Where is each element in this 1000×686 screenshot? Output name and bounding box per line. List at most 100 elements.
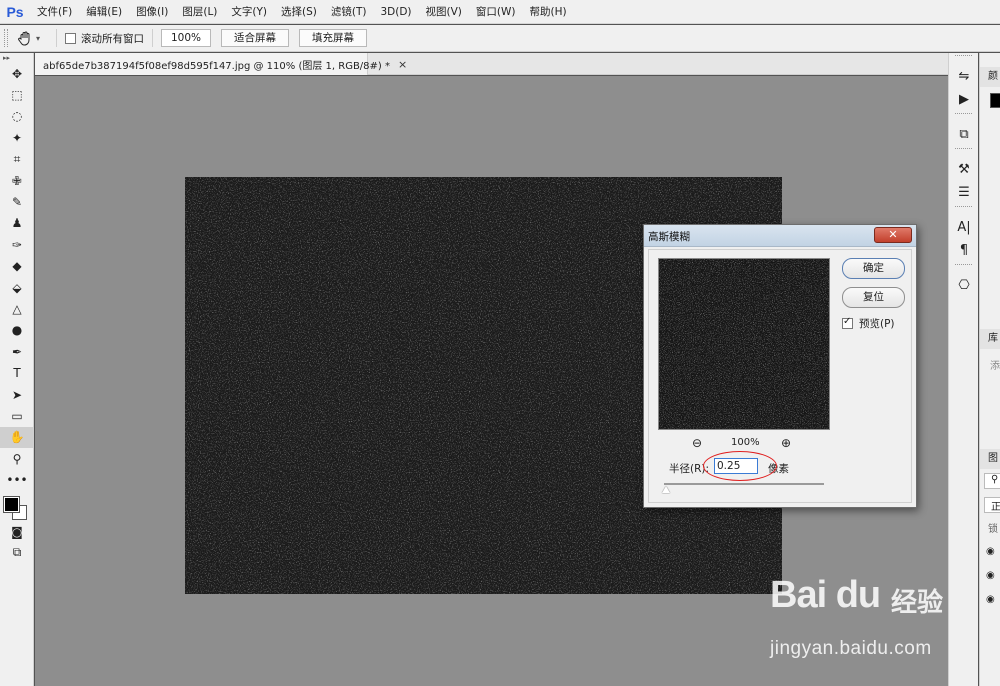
more-tools-icon[interactable]: ••• bbox=[0, 469, 34, 490]
menu-image[interactable]: 图像(I) bbox=[129, 0, 175, 24]
3d-icon[interactable]: ⎔ bbox=[949, 274, 979, 297]
color-swatches bbox=[0, 491, 34, 521]
zoom-tool-icon[interactable]: ⚲ bbox=[0, 448, 34, 469]
fit-screen-button[interactable]: 适合屏幕 bbox=[221, 29, 290, 47]
magic-wand-tool-icon[interactable]: ✦ bbox=[0, 127, 34, 148]
history-icon[interactable]: ⇋ bbox=[949, 65, 979, 88]
screen-mode-icon[interactable]: ⧉ bbox=[0, 542, 34, 563]
marquee-tool-icon[interactable]: ⬚ bbox=[0, 84, 34, 105]
menu-view[interactable]: 视图(V) bbox=[419, 0, 469, 24]
close-icon[interactable]: × bbox=[398, 58, 407, 71]
options-divider bbox=[152, 29, 154, 47]
type-tool-icon[interactable]: T bbox=[0, 362, 34, 383]
dodge-tool-icon[interactable]: ● bbox=[0, 320, 34, 341]
history-brush-tool-icon[interactable]: ✑ bbox=[0, 234, 34, 255]
zoom-level-field[interactable]: 100% bbox=[161, 29, 212, 47]
menu-type[interactable]: 文字(Y) bbox=[224, 0, 274, 24]
dialog-titlebar[interactable]: 高斯模糊 ✕ bbox=[644, 225, 916, 247]
dialog-body: ⊖ 100% ⊕ 半径(R): 0.25 像素 确定 复位 预览(P) bbox=[648, 249, 912, 503]
annotation-ellipse bbox=[703, 451, 777, 481]
character-icon[interactable]: A| bbox=[949, 216, 979, 239]
preview-zoom-percent: 100% bbox=[731, 437, 760, 448]
menu-select[interactable]: 选择(S) bbox=[274, 0, 324, 24]
clone-stamp-tool-icon[interactable]: ♟ bbox=[0, 213, 34, 234]
eye-icon[interactable]: ◉ bbox=[986, 594, 995, 605]
right-panels: 颜 库 添 图 ⚲ 正 锁 ◉ ◉ ◉ bbox=[979, 53, 1000, 686]
blur-tool-icon[interactable]: △ bbox=[0, 298, 34, 319]
preview-checkbox[interactable] bbox=[842, 316, 853, 329]
blend-mode-select[interactable]: 正 bbox=[984, 497, 1000, 513]
actions-play-icon[interactable]: ▶ bbox=[949, 88, 979, 111]
zoom-out-icon[interactable]: ⊖ bbox=[692, 436, 702, 450]
eye-icon[interactable]: ◉ bbox=[986, 546, 995, 557]
watermark-url: jingyan.baidu.com bbox=[770, 638, 932, 659]
radius-slider-thumb[interactable] bbox=[662, 486, 670, 493]
document-tab-title: abf65de7b387194f5f08ef98d595f147.jpg @ 1… bbox=[43, 60, 390, 72]
foreground-color-swatch[interactable] bbox=[3, 495, 20, 513]
menu-filter[interactable]: 滤镜(T) bbox=[324, 0, 374, 24]
menu-window[interactable]: 窗口(W) bbox=[469, 0, 523, 24]
watermark-suffix: 经验 bbox=[891, 588, 944, 618]
filter-preview[interactable] bbox=[658, 258, 830, 430]
radius-slider-track[interactable] bbox=[664, 483, 824, 485]
baidu-jingyan-watermark: Bai du 经验 jingyan.baidu.com bbox=[770, 574, 960, 674]
scroll-all-windows-label: 滚动所有窗口 bbox=[81, 32, 145, 45]
document-tab[interactable]: abf65de7b387194f5f08ef98d595f147.jpg @ 1… bbox=[35, 53, 407, 75]
brush-presets-icon[interactable]: ⚒ bbox=[949, 158, 979, 181]
zoom-in-icon[interactable]: ⊕ bbox=[781, 436, 791, 450]
adjustments-icon[interactable]: ☰ bbox=[949, 181, 979, 204]
paint-bucket-tool-icon[interactable]: ⬙ bbox=[0, 277, 34, 298]
menu-bar: Ps 文件(F) 编辑(E) 图像(I) 图层(L) 文字(Y) 选择(S) 滤… bbox=[0, 0, 1000, 24]
layer-filter-search-icon[interactable]: ⚲ bbox=[984, 473, 1000, 489]
move-tool-icon[interactable]: ✥ bbox=[0, 63, 34, 84]
options-bar: ▾ 滚动所有窗口 100% 适合屏幕 填充屏幕 bbox=[0, 25, 1000, 52]
hand-tool-icon[interactable]: ✋ bbox=[0, 426, 34, 449]
hand-tool-preset-icon[interactable] bbox=[14, 28, 36, 48]
collapse-arrows-icon[interactable]: ▸▸ bbox=[0, 53, 33, 63]
lock-label: 锁 bbox=[988, 524, 998, 535]
dock-grip[interactable] bbox=[955, 206, 972, 214]
menu-help[interactable]: 帮助(H) bbox=[523, 0, 574, 24]
clone-source-icon[interactable]: ⧉ bbox=[949, 123, 979, 146]
brush-tool-icon[interactable]: ✎ bbox=[0, 191, 34, 212]
options-divider bbox=[56, 29, 58, 47]
crop-tool-icon[interactable]: ⌗ bbox=[0, 149, 34, 170]
app-logo: Ps bbox=[6, 3, 24, 20]
watermark-logo: Bai du bbox=[770, 574, 881, 616]
panel-color-swatch[interactable] bbox=[990, 93, 1000, 108]
dock-grip[interactable] bbox=[955, 113, 972, 121]
path-selection-tool-icon[interactable]: ➤ bbox=[0, 384, 34, 405]
layers-panel-tab[interactable]: 图 bbox=[980, 449, 1000, 469]
fill-screen-button[interactable]: 填充屏幕 bbox=[299, 29, 368, 47]
libraries-add-text: 添 bbox=[990, 361, 1000, 372]
close-button[interactable]: ✕ bbox=[874, 227, 912, 243]
rectangle-tool-icon[interactable]: ▭ bbox=[0, 405, 34, 426]
chevron-down-icon[interactable]: ▾ bbox=[36, 34, 40, 43]
options-grip[interactable] bbox=[4, 29, 8, 47]
eraser-tool-icon[interactable]: ◆ bbox=[0, 256, 34, 277]
eye-icon[interactable]: ◉ bbox=[986, 570, 995, 581]
quick-mask-icon[interactable]: ◙ bbox=[0, 521, 34, 542]
menu-edit[interactable]: 编辑(E) bbox=[79, 0, 129, 24]
gaussian-blur-dialog: 高斯模糊 ✕ ⊖ 100% ⊕ 半径(R): 0.25 像素 确定 复位 预览(… bbox=[643, 224, 917, 508]
reset-button[interactable]: 复位 bbox=[842, 287, 905, 308]
dock-grip[interactable] bbox=[955, 264, 972, 272]
dialog-title: 高斯模糊 bbox=[648, 231, 690, 243]
ok-button[interactable]: 确定 bbox=[842, 258, 905, 279]
preview-toggle[interactable]: 预览(P) bbox=[842, 316, 895, 331]
preview-checkbox-label: 预览(P) bbox=[859, 318, 895, 330]
scroll-all-windows-checkbox[interactable] bbox=[65, 32, 77, 44]
paragraph-icon[interactable]: ¶ bbox=[949, 239, 979, 262]
pen-tool-icon[interactable]: ✒ bbox=[0, 341, 34, 362]
libraries-panel-tab[interactable]: 库 bbox=[980, 329, 1000, 349]
healing-brush-tool-icon[interactable]: ✙ bbox=[0, 170, 34, 191]
color-panel-tab[interactable]: 颜 bbox=[980, 67, 1000, 87]
toolbox: ▸▸ ✥ ⬚ ◌ ✦ ⌗ ✙ ✎ ♟ ✑ ◆ ⬙ △ ● ✒ T ➤ ▭ ✋ ⚲… bbox=[0, 53, 34, 686]
menu-3d[interactable]: 3D(D) bbox=[373, 0, 418, 24]
lasso-tool-icon[interactable]: ◌ bbox=[0, 106, 34, 127]
menu-layer[interactable]: 图层(L) bbox=[175, 0, 224, 24]
menu-file[interactable]: 文件(F) bbox=[30, 0, 79, 24]
dock-grip[interactable] bbox=[955, 148, 972, 156]
dock-grip[interactable] bbox=[955, 55, 972, 63]
document-tab-bar: abf65de7b387194f5f08ef98d595f147.jpg @ 1… bbox=[35, 53, 948, 75]
